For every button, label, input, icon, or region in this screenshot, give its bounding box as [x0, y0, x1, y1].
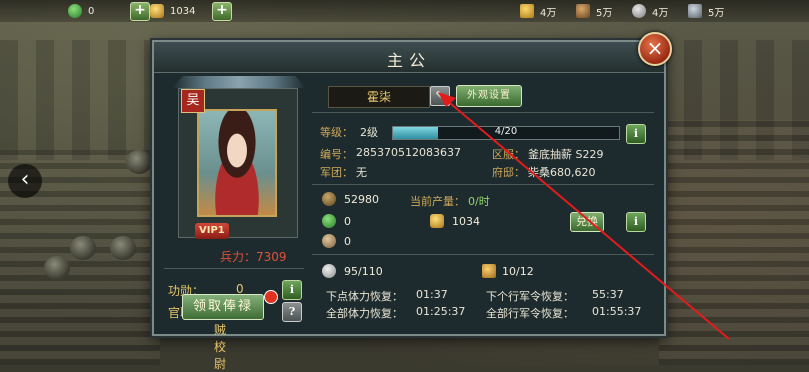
- gold-ingot-icon: [430, 214, 444, 228]
- notification-dot: [264, 290, 278, 304]
- background-jar: [110, 236, 136, 260]
- back-arrow-button[interactable]: ‹: [8, 164, 42, 198]
- troops-value: 7309: [256, 250, 287, 264]
- chevron-left-icon: ‹: [20, 167, 30, 192]
- info-icon: i: [633, 215, 639, 228]
- output-value: 0/时: [468, 195, 490, 208]
- left-divider: [164, 268, 304, 269]
- grain-count: 4万: [540, 7, 557, 19]
- info-icon: i: [289, 283, 295, 296]
- rank-help-button[interactable]: ?: [282, 302, 302, 322]
- jade-resource: 0: [68, 2, 94, 20]
- close-icon: ×: [646, 36, 664, 60]
- coin-icon: [322, 192, 336, 206]
- gold-ingot-icon: [150, 4, 164, 18]
- iron-icon: [688, 4, 702, 18]
- section-divider: [312, 254, 654, 255]
- march-order-icon: [482, 264, 496, 278]
- troops-label: 兵力：: [220, 250, 257, 264]
- resource-bar: 0 + 1034 + 4万 5万 4万 5万: [0, 0, 809, 22]
- wood-icon: [576, 4, 590, 18]
- gold-resource: 1034: [150, 2, 195, 20]
- army-label: 军团：: [320, 166, 353, 179]
- edit-name-button[interactable]: ✎: [430, 86, 450, 106]
- experience-bar: 4/20: [392, 126, 620, 140]
- avatar: [197, 109, 277, 217]
- claim-salary-button[interactable]: 领取俸禄: [182, 294, 264, 320]
- background-jar: [70, 236, 96, 260]
- vip-badge: VIP1: [195, 223, 229, 239]
- troops-display: 兵力：7309: [220, 248, 287, 265]
- merit-info-button[interactable]: i: [282, 280, 302, 300]
- jade-icon: [322, 214, 336, 228]
- add-gold-button[interactable]: +: [212, 2, 232, 21]
- stone-icon: [632, 4, 646, 18]
- mansion-label: 府邸：: [492, 166, 525, 179]
- jade-value: 0: [344, 215, 351, 228]
- all-order-label: 全部行军令恢复：: [486, 307, 574, 320]
- dialog-title-bar: 主公: [154, 42, 664, 73]
- background-tiles-right: [659, 120, 809, 365]
- portrait-panel: 吴 VIP1 兵力：7309 功勋： 0 i 官职： 破贼校尉 ?: [164, 76, 306, 371]
- stone-resource: 4万: [632, 2, 668, 20]
- all-order-value: 01:55:37: [592, 305, 642, 318]
- close-button[interactable]: ×: [638, 32, 672, 66]
- stamina-value: 95/110: [344, 265, 383, 278]
- gold-count: 1034: [170, 5, 196, 17]
- level-info-button[interactable]: i: [626, 124, 646, 144]
- wood-resource: 5万: [576, 2, 612, 20]
- background-jar: [126, 150, 152, 174]
- server-value: 釜底抽薪 S229: [528, 148, 604, 161]
- help-icon: ?: [288, 305, 296, 318]
- add-jade-button[interactable]: +: [130, 2, 150, 21]
- gold-value: 1034: [452, 215, 480, 228]
- stone-count: 4万: [652, 7, 669, 19]
- player-name: 霍柒: [328, 86, 430, 108]
- wood-count: 5万: [596, 7, 613, 19]
- jade-icon: [68, 4, 82, 18]
- next-stamina-value: 01:37: [416, 288, 448, 301]
- info-icon: i: [633, 127, 639, 140]
- output-label: 当前产量：: [410, 195, 465, 208]
- grain-icon: [520, 4, 534, 18]
- jade-count: 0: [88, 5, 95, 17]
- stamina-icon: [322, 264, 336, 278]
- exchange-info-button[interactable]: i: [626, 212, 646, 232]
- mansion-value: 柴桑680,620: [528, 166, 596, 179]
- next-order-value: 55:37: [592, 288, 624, 301]
- profile-details-panel: 霍柒 ✎ 外观设置 等级： 2级 4/20 i 编号： 285370512083…: [312, 76, 654, 326]
- token-icon: [322, 234, 336, 248]
- iron-count: 5万: [708, 7, 725, 19]
- next-order-label: 下个行军令恢复：: [486, 290, 574, 303]
- next-stamina-label: 下点体力恢复：: [326, 290, 403, 303]
- level-label: 等级：: [320, 126, 353, 139]
- exchange-button[interactable]: 兑换: [570, 212, 604, 232]
- coins-value: 52980: [344, 193, 379, 206]
- orders-value: 10/12: [502, 265, 534, 278]
- section-divider: [312, 184, 654, 185]
- experience-text: 4/20: [494, 126, 518, 137]
- army-value: 无: [356, 166, 367, 179]
- background-jar: [44, 256, 70, 280]
- level-value: 2级: [360, 126, 378, 139]
- grain-resource: 4万: [520, 2, 556, 20]
- server-label: 区服：: [492, 148, 525, 161]
- portrait-frame: 吴 VIP1: [178, 88, 298, 239]
- outfit-settings-button[interactable]: 外观设置: [456, 85, 522, 107]
- iron-resource: 5万: [688, 2, 724, 20]
- lord-profile-dialog: 主公 吴 VIP1 兵力：7309 功勋： 0 i 官职： 破贼校尉 ? 领取俸…: [152, 40, 666, 371]
- faction-tag: 吴: [181, 89, 205, 113]
- all-stamina-value: 01:25:37: [416, 305, 466, 318]
- all-stamina-label: 全部体力恢复：: [326, 307, 403, 320]
- id-value: 285370512083637: [356, 146, 461, 159]
- id-label: 编号：: [320, 148, 353, 161]
- pencil-icon: ✎: [435, 89, 445, 102]
- portrait-frame-ornament: [172, 76, 306, 88]
- token-value: 0: [344, 235, 351, 248]
- section-divider: [312, 112, 654, 113]
- dialog-title: 主公: [386, 51, 431, 70]
